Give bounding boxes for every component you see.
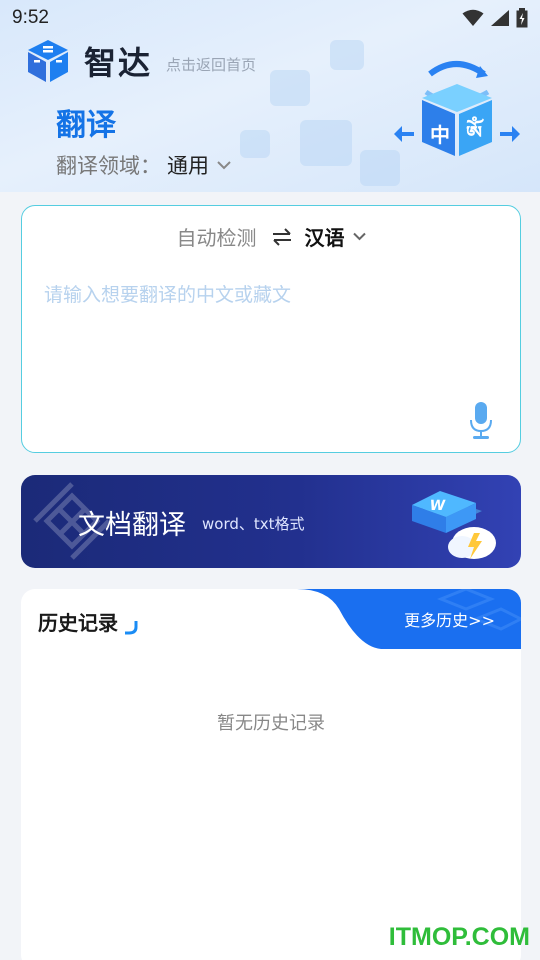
- battery-icon: [516, 8, 528, 28]
- translation-cube-illustration: 中 ༀ: [394, 61, 520, 156]
- domain-label: 翻译领域：: [56, 154, 161, 178]
- header: 9:52 智达 点击返回首页 翻译 翻译领域： 通用 中 ༀ: [0, 0, 540, 192]
- bg-decoration: [330, 40, 364, 70]
- hero-cube-char-left: 中: [430, 123, 450, 147]
- page-title: 翻译: [56, 108, 116, 143]
- brand-logo-icon: [28, 40, 68, 82]
- bg-decoration: [300, 120, 352, 166]
- history-title: 历史记录: [38, 611, 118, 635]
- language-bar: 自动检测 汉语: [22, 222, 520, 251]
- document-translate-title: 文档翻译: [78, 510, 186, 541]
- chevron-down-icon[interactable]: [352, 232, 366, 241]
- document-upload-illustration: W: [412, 491, 496, 559]
- microphone-icon[interactable]: [468, 400, 494, 440]
- history-card: 历史记录 更多历史>> 暂无历史记录: [21, 589, 521, 960]
- bg-decoration: [270, 70, 310, 106]
- document-translate-subtitle: word、txt格式: [202, 515, 305, 533]
- bg-decoration: [240, 130, 270, 158]
- brand-home-link[interactable]: 智达 点击返回首页: [24, 38, 256, 84]
- status-bar: 9:52: [0, 0, 540, 36]
- hero-cube-char-right: ༀ: [466, 116, 485, 145]
- source-language-button[interactable]: 自动检测: [177, 222, 257, 251]
- translate-input-card: 自动检测 汉语: [21, 205, 521, 453]
- domain-value[interactable]: 通用: [167, 150, 209, 180]
- document-translate-banner[interactable]: 文档翻译 word、txt格式 W: [21, 475, 521, 568]
- back-home-hint[interactable]: 点击返回首页: [166, 54, 256, 75]
- more-history-link[interactable]: 更多历史>>: [404, 607, 495, 631]
- title-accent-mark: [125, 621, 138, 635]
- target-language-button[interactable]: 汉语: [305, 222, 345, 251]
- status-icons: [462, 8, 528, 28]
- site-watermark: ITMOP.COM: [388, 923, 530, 951]
- translate-input[interactable]: [44, 280, 494, 390]
- chevron-down-icon[interactable]: [217, 160, 231, 170]
- brand-name[interactable]: 智达: [84, 38, 152, 84]
- history-empty-text: 暂无历史记录: [217, 713, 325, 734]
- status-time: 9:52: [12, 7, 49, 28]
- swap-arrows-icon[interactable]: [271, 227, 293, 246]
- signal-icon: [491, 10, 509, 26]
- domain-selector[interactable]: 翻译领域： 通用: [56, 150, 231, 180]
- wifi-icon: [462, 9, 484, 26]
